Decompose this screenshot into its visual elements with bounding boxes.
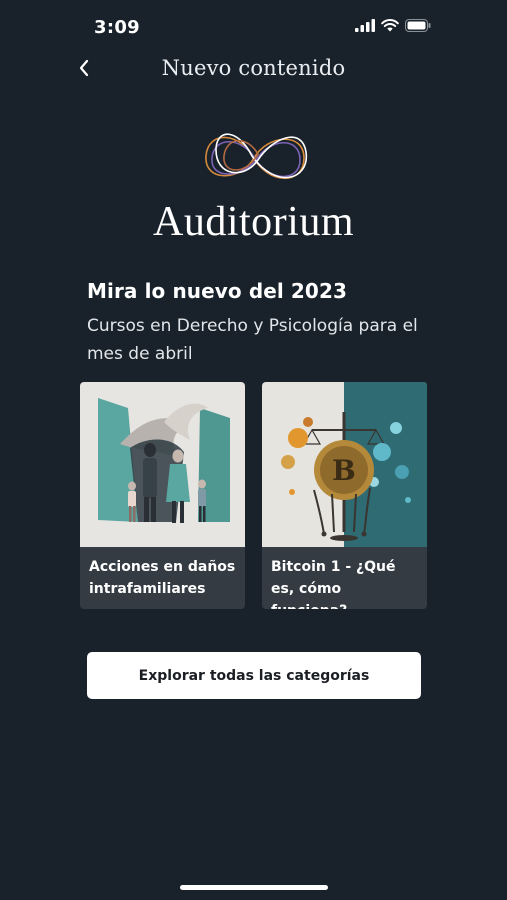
- card-title: Bitcoin 1 - ¿Qué es, cómo funciona?: [271, 559, 396, 609]
- course-card[interactable]: B Bitcoin 1 - ¿Qué es, cómo funciona?: [262, 382, 427, 609]
- family-illustration-image: [80, 382, 245, 547]
- nav-header: Nuevo contenido: [0, 50, 507, 90]
- status-time: 3:09: [94, 17, 140, 38]
- home-indicator[interactable]: [180, 885, 328, 890]
- signal-icon: [355, 19, 375, 37]
- brand-logo: Auditorium: [0, 118, 507, 248]
- card-title: Acciones en daños intrafamiliares: [89, 559, 236, 597]
- explore-button-label: Explorar todas las categorías: [138, 667, 370, 684]
- svg-text:B: B: [332, 454, 356, 487]
- course-cards: Acciones en daños intrafamiliares B Bitc…: [80, 382, 428, 610]
- bitcoin-scale-illustration-image: B: [262, 382, 427, 547]
- wifi-icon: [381, 19, 399, 37]
- status-bar: 3:09: [0, 0, 507, 56]
- explore-categories-button[interactable]: Explorar todas las categorías: [87, 652, 421, 699]
- brand-wordmark: Auditorium: [153, 199, 354, 245]
- section-title: Mira lo nuevo del 2023: [87, 279, 347, 303]
- section-subtitle: Cursos en Derecho y Psicología para el m…: [87, 316, 418, 364]
- battery-icon: [405, 19, 431, 37]
- course-card[interactable]: Acciones en daños intrafamiliares: [80, 382, 245, 609]
- infinity-loops-logo-icon: [196, 120, 312, 203]
- status-icons: [355, 19, 431, 37]
- page-title: Nuevo contenido: [161, 56, 346, 80]
- new-content-section: Mira lo nuevo del 2023 Cursos en Derecho…: [87, 279, 437, 368]
